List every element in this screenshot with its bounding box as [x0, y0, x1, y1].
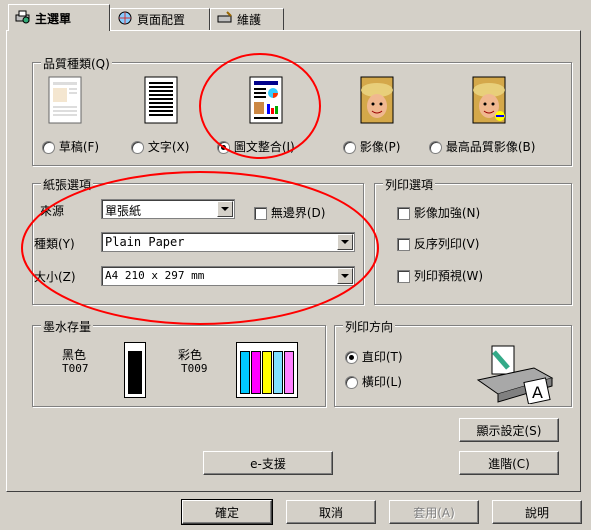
display-settings-button[interactable]: 顯示設定(S) [459, 418, 559, 442]
print-preview-option[interactable]: 列印預視(W) [397, 267, 483, 284]
image-enhance-option[interactable]: 影像加強(N) [397, 204, 480, 221]
paper-type-select[interactable]: Plain Paper [101, 232, 355, 252]
best-photo-page-icon [472, 76, 506, 124]
ok-button[interactable]: 確定 [181, 499, 273, 525]
color-ink-swatch [251, 351, 261, 394]
photo-radio[interactable] [343, 141, 356, 154]
paper-size-select[interactable]: A4 210 x 297 mm [101, 266, 355, 286]
black-ink-label: 黑色 [62, 348, 87, 362]
draft-label: 草稿(F) [58, 140, 100, 154]
quality-option-draft[interactable]: 草稿(F) [42, 138, 99, 155]
orientation-legend: 列印方向 [343, 318, 396, 335]
landscape-radio[interactable] [345, 376, 358, 389]
tab-page-layout-label: 頁面配置 [137, 13, 186, 27]
black-ink-fill [128, 351, 142, 394]
portrait-option[interactable]: 直印(T) [345, 348, 403, 365]
quality-option-text-image[interactable]: 圖文整合(I) [217, 138, 295, 155]
print-preview-label: 列印預視(W) [413, 269, 484, 283]
ok-label: 確定 [214, 505, 239, 520]
cancel-button[interactable]: 取消 [286, 500, 376, 524]
draft-radio[interactable] [42, 141, 55, 154]
paper-size-value: A4 210 x 297 mm [105, 269, 205, 282]
advanced-button[interactable]: 進階(C) [459, 451, 559, 475]
tab-page-layout[interactable]: 頁面配置 [110, 8, 210, 30]
print-options-legend: 列印選項 [383, 176, 436, 193]
photo-page-icon [360, 76, 394, 124]
portrait-radio[interactable] [345, 351, 358, 364]
text-radio[interactable] [131, 141, 144, 154]
color-ink-swatch [262, 351, 272, 394]
chevron-down-icon[interactable] [217, 201, 233, 217]
color-ink-swatch [273, 351, 283, 394]
tab-main-label: 主選單 [35, 11, 72, 26]
landscape-option[interactable]: 橫印(L) [345, 373, 402, 390]
image-enhance-label: 影像加強(N) [413, 206, 481, 220]
reverse-order-option[interactable]: 反序列印(V) [397, 235, 479, 252]
type-label: 種類(Y) [34, 237, 75, 251]
apply-button[interactable]: 套用(A) [389, 500, 479, 524]
source-select[interactable]: 單張紙 [101, 199, 235, 219]
e-support-label: e-支援 [250, 456, 286, 471]
tab-maintenance-label: 維護 [237, 13, 262, 27]
chevron-down-icon[interactable] [337, 268, 353, 284]
quality-option-best-photo[interactable]: 最高品質影像(B) [429, 138, 535, 155]
print-preview-checkbox[interactable] [397, 270, 410, 283]
black-ink-gauge [124, 342, 146, 398]
image-enhance-checkbox[interactable] [397, 207, 410, 220]
source-value: 單張紙 [105, 204, 142, 218]
page-layout-icon [117, 11, 133, 28]
ink-levels-legend: 墨水存量 [41, 318, 94, 335]
color-ink-label: 彩色 [178, 348, 203, 362]
help-label: 說明 [524, 505, 549, 520]
reverse-order-label: 反序列印(V) [413, 237, 480, 251]
color-ink-swatch [240, 351, 250, 394]
black-ink-code: T007 [62, 362, 89, 375]
text-image-page-icon [249, 76, 283, 124]
display-settings-label: 顯示設定(S) [476, 423, 542, 438]
text-page-icon [144, 76, 178, 124]
text-label: 文字(X) [147, 140, 190, 154]
color-ink-swatch [284, 351, 294, 394]
cancel-label: 取消 [318, 505, 343, 520]
borderless-checkbox[interactable] [254, 207, 267, 220]
landscape-label: 橫印(L) [361, 375, 402, 389]
quality-legend: 品質種類(Q) [41, 55, 112, 72]
paper-options-legend: 紙張選項 [41, 176, 94, 193]
tab-maintenance[interactable]: 維護 [210, 8, 284, 30]
color-ink-code: T009 [181, 362, 208, 375]
photo-label: 影像(P) [359, 140, 401, 154]
printer-settings-icon [15, 10, 31, 27]
e-support-button[interactable]: e-支援 [203, 451, 333, 475]
svg-text:A: A [532, 383, 543, 402]
source-label: 來源 [40, 204, 65, 218]
quality-option-text[interactable]: 文字(X) [131, 138, 189, 155]
advanced-label: 進階(C) [488, 456, 530, 471]
borderless-option[interactable]: 無邊界(D) [254, 204, 325, 221]
best-photo-radio[interactable] [429, 141, 442, 154]
portrait-label: 直印(T) [361, 350, 403, 364]
help-button[interactable]: 說明 [492, 500, 582, 524]
apply-label: 套用(A) [413, 505, 455, 520]
text-image-label: 圖文整合(I) [233, 140, 295, 154]
best-photo-label: 最高品質影像(B) [445, 140, 536, 154]
tab-main[interactable]: 主選單 [8, 4, 110, 31]
color-ink-gauge [236, 342, 298, 398]
printer-orientation-icon: A [476, 345, 554, 404]
quality-option-photo[interactable]: 影像(P) [343, 138, 400, 155]
draft-page-icon [48, 76, 82, 124]
text-image-radio[interactable] [217, 141, 230, 154]
reverse-order-checkbox[interactable] [397, 238, 410, 251]
maintenance-icon [217, 11, 233, 28]
size-label: 大小(Z) [34, 270, 76, 284]
paper-type-value: Plain Paper [105, 235, 185, 249]
chevron-down-icon[interactable] [337, 234, 353, 250]
borderless-label: 無邊界(D) [270, 206, 326, 220]
